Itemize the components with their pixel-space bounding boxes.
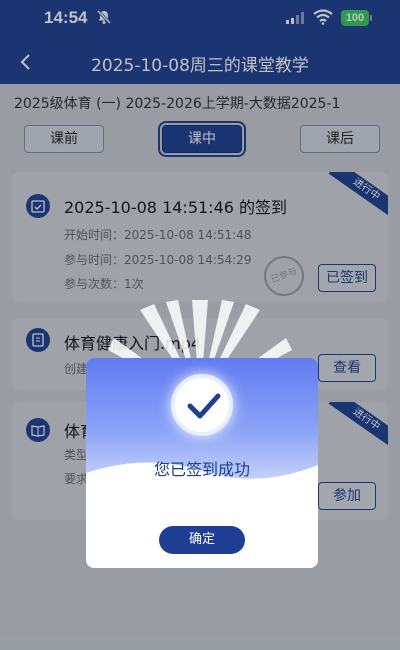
success-message: 您已签到成功: [153, 460, 250, 479]
signin-success-dialog: 您已签到成功 确定: [86, 358, 318, 568]
confirm-button[interactable]: 确定: [159, 526, 245, 554]
checkmark-icon: [171, 374, 233, 436]
